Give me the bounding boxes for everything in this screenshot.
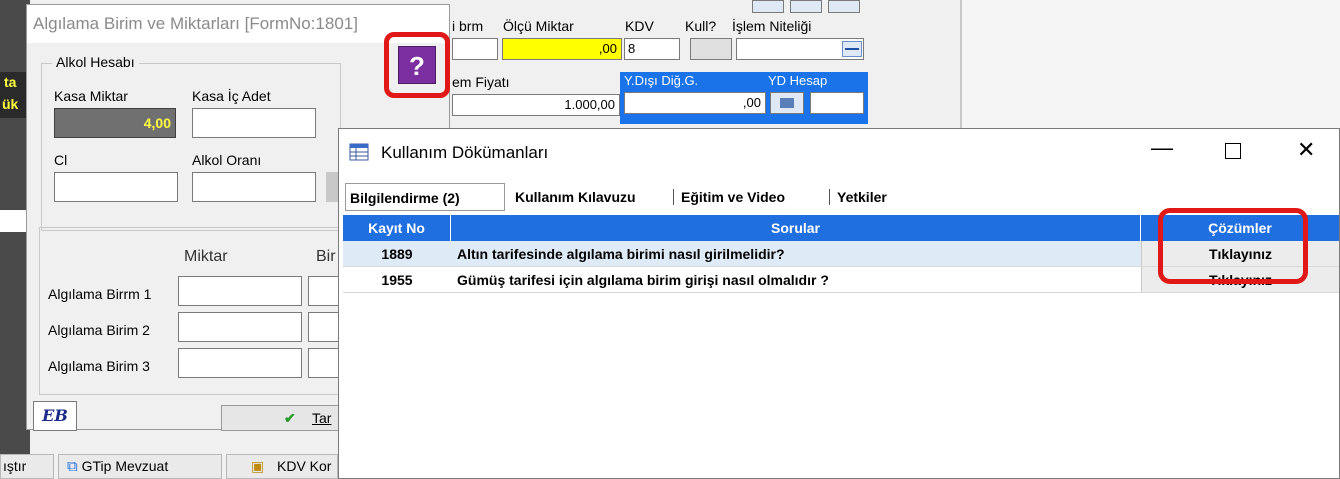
algilama-birim-3-label: Algılama Birim 3 [48, 358, 150, 374]
tab-egitim-video[interactable]: Eğitim ve Video [681, 183, 785, 211]
kullanim-dokumanlari-dialog: Kullanım Dökümanları — ✕ Bilgilendirme (… [338, 128, 1340, 479]
taskbar-kdv[interactable]: ▣ KDV Kor [226, 454, 338, 479]
olcu-miktar-field[interactable]: ,00 [502, 38, 622, 60]
label-kdv: KDV [625, 18, 654, 34]
algilama-birim-1-label: Algılama Birrm 1 [48, 286, 152, 302]
islem-lookup-button[interactable] [842, 41, 862, 57]
label-ydisi: Y.Dışı Diğ.G. [624, 73, 699, 88]
right-pane [960, 0, 1340, 128]
kdv-field[interactable]: 8 [624, 38, 680, 60]
kull-field[interactable] [690, 38, 732, 60]
cozumler-highlight-ring [1158, 208, 1308, 284]
tamam-label: Tar [312, 410, 332, 426]
taskbar-gtip-mevzuat[interactable]: ⧉ GTip Mevzuat [58, 454, 222, 479]
label-olcu-miktar: Ölçü Miktar [503, 18, 574, 34]
algilama-birim-2-label: Algılama Birim 2 [48, 322, 150, 338]
algilama-birim-2-miktar[interactable] [178, 312, 302, 342]
left-fragment-1: ta [4, 74, 17, 90]
ydisi-field[interactable]: ,00 [624, 92, 766, 114]
calculator-button[interactable] [770, 92, 804, 114]
algilama-birim-1-miktar[interactable] [178, 276, 302, 306]
label-yd-hesap: YD Hesap [768, 73, 828, 88]
kasa-ic-adet-field[interactable] [192, 108, 316, 138]
checkmark-icon: ✔ [284, 410, 296, 426]
alkol-orani-field[interactable] [192, 172, 316, 202]
taskbar-kdv-label: KDV Kor [277, 458, 332, 474]
help-button[interactable]: ? [398, 46, 436, 84]
eb-icon: EB [42, 406, 68, 425]
row-kayit-no: 1889 [381, 246, 413, 262]
windows-icon: ⧉ [67, 458, 78, 475]
fiyat-field[interactable]: 1.000,00 [452, 94, 620, 116]
alkol-hesabi-title: Alkol Hesabı [52, 54, 139, 70]
toolbar-button-2[interactable] [790, 0, 822, 13]
yd-hesap-field[interactable] [810, 92, 864, 114]
minus-icon [845, 48, 859, 50]
minimize-button[interactable]: — [1151, 135, 1173, 161]
tab-bilgilendirme[interactable]: Bilgilendirme (2) [345, 183, 505, 211]
taskbar-gtip-label: GTip Mevzuat [81, 458, 169, 474]
left-fragment-2: ük [2, 96, 19, 112]
label-brm: i brm [452, 18, 484, 34]
kasa-miktar-field[interactable]: 4,00 [54, 108, 176, 138]
label-kull: Kull? [685, 18, 717, 34]
table-window-icon [349, 143, 369, 161]
taskbar-fragment[interactable]: ıştır [0, 454, 54, 479]
cl-label: Cl [54, 152, 68, 168]
tab-yetkiler[interactable]: Yetkiler [837, 183, 887, 211]
row-kayit-no: 1955 [381, 272, 413, 288]
algilama-birim-group: Miktar Bir Algılama Birrm 1 Algılama Bir… [39, 227, 349, 395]
alkol-orani-label: Alkol Oranı [192, 152, 262, 168]
col-kayit-no[interactable]: Kayıt No [343, 215, 451, 241]
row-question: Altın tarifesinde algılama birimi nasıl … [457, 246, 785, 262]
kasa-ic-adet-label: Kasa İç Adet [192, 88, 271, 104]
toolbar-strip [748, 0, 868, 13]
question-icon: ? [409, 51, 425, 81]
close-button[interactable]: ✕ [1297, 137, 1315, 163]
calculator-icon [780, 98, 794, 108]
brm-field[interactable] [452, 38, 498, 60]
toolbar-button-1[interactable] [752, 0, 784, 13]
miktar-header: Miktar [184, 248, 228, 265]
kasa-miktar-label: Kasa Miktar [54, 88, 128, 104]
tab-kullanim-kilavuzu[interactable]: Kullanım Kılavuzu [515, 183, 636, 211]
maximize-button[interactable] [1225, 143, 1241, 159]
row-question: Gümüş tarifesi için algılama birim giriş… [457, 272, 829, 288]
alkol-hesabi-group: Alkol Hesabı Kasa Miktar 4,00 Kasa İç Ad… [41, 54, 341, 231]
algilama-birim-3-miktar[interactable] [178, 348, 302, 378]
col-sorular[interactable]: Sorular [451, 215, 1141, 241]
tamam-button[interactable]: ✔ Tar [221, 405, 351, 431]
package-icon: ▣ [251, 458, 265, 474]
cl-field[interactable] [54, 172, 178, 202]
label-islem-niteligi: İşlem Niteliği [732, 18, 812, 34]
ydisi-panel: Y.Dışı Diğ.G. YD Hesap ,00 [620, 72, 868, 124]
birim-header: Bir [316, 248, 336, 265]
eb-button[interactable]: EB [33, 401, 77, 431]
toolbar-button-3[interactable] [828, 0, 860, 13]
label-fiyat: em Fiyatı [452, 74, 510, 90]
docs-titlebar: Kullanım Dökümanları — ✕ [339, 129, 1339, 177]
docs-dialog-title: Kullanım Dökümanları [381, 143, 549, 162]
